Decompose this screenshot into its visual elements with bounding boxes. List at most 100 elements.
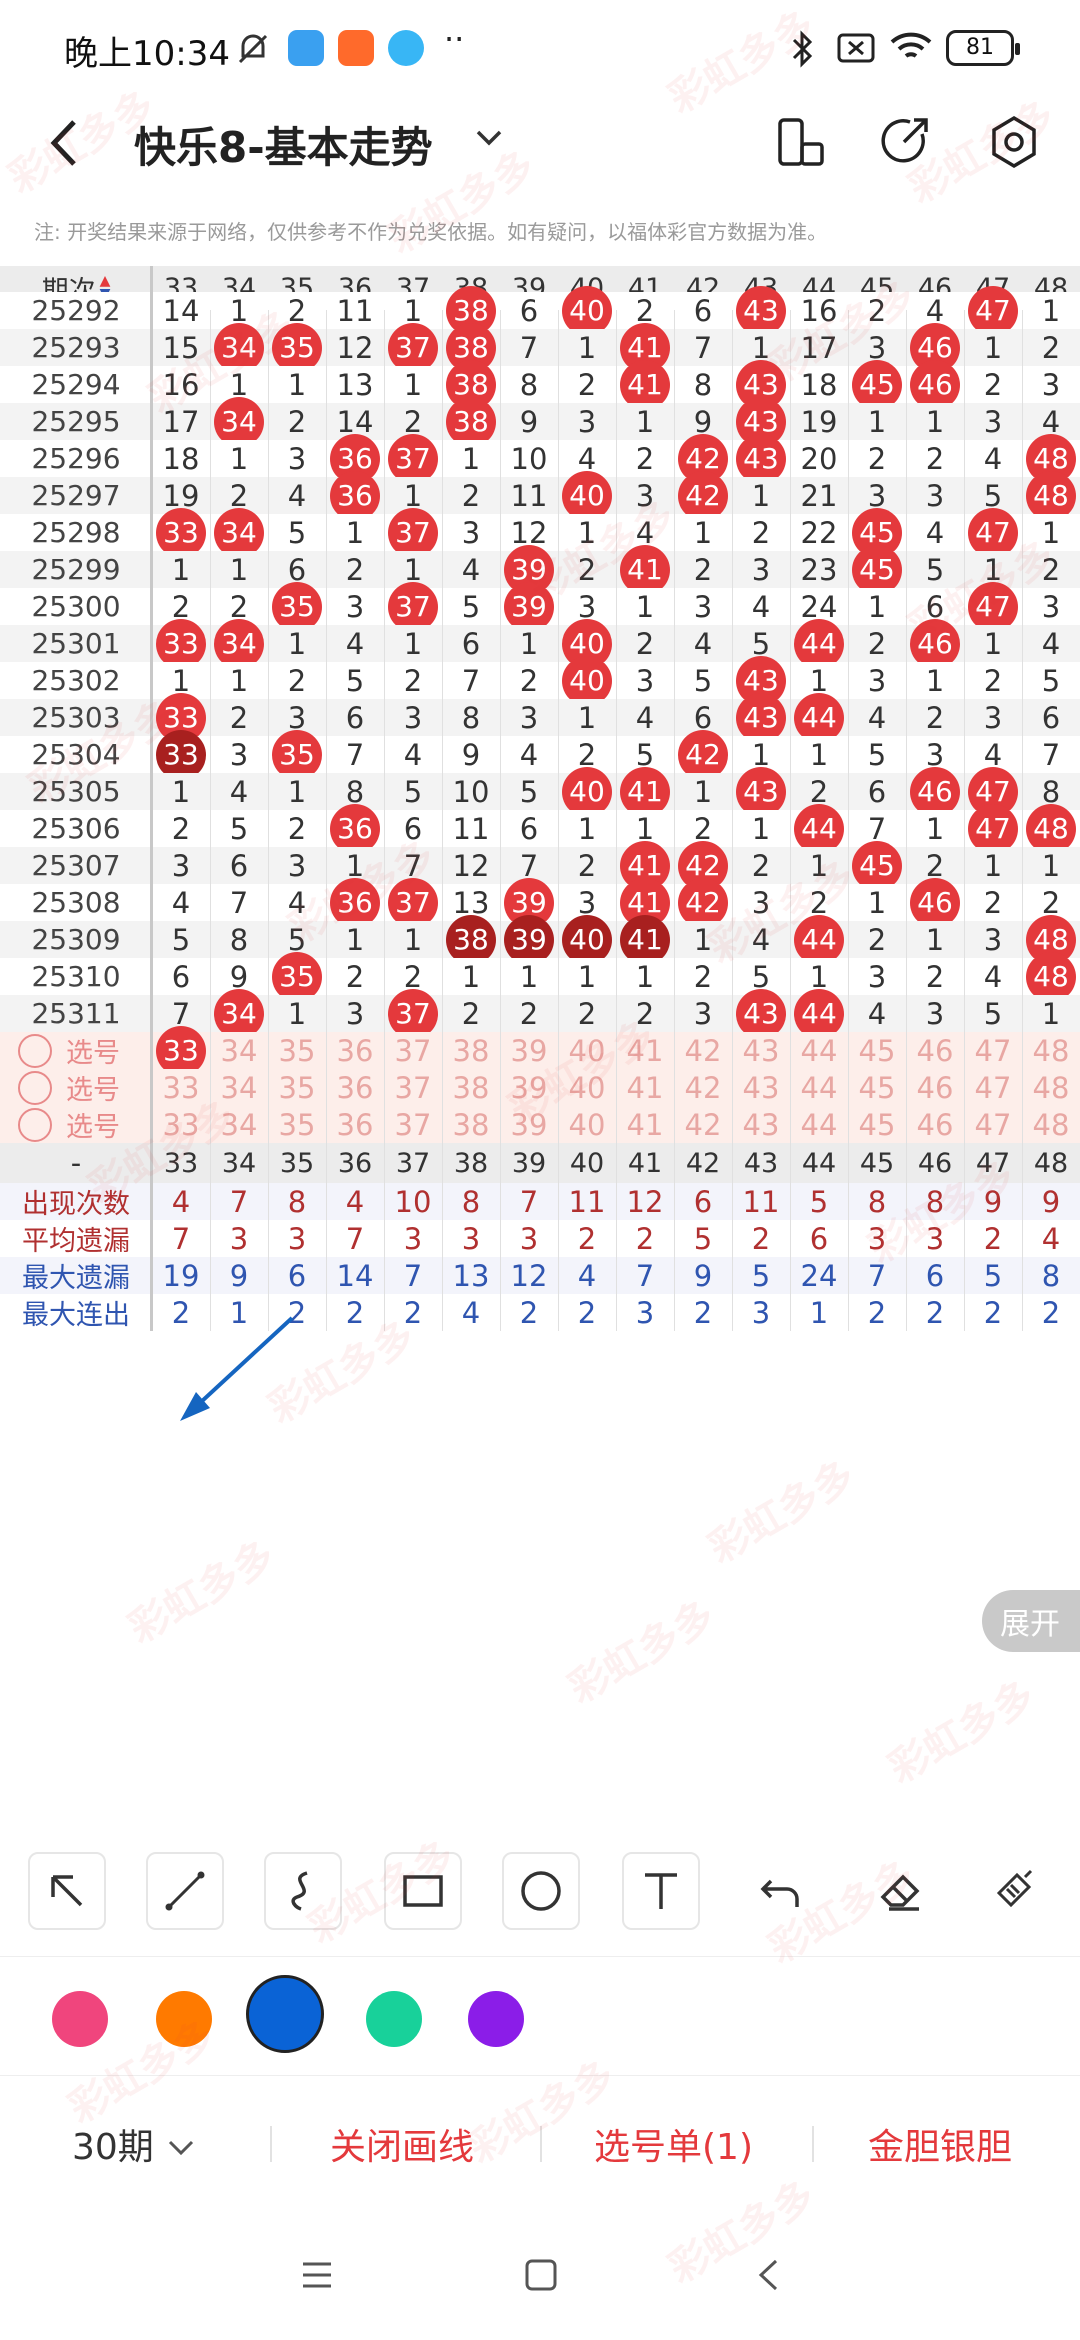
- select-number[interactable]: 43: [732, 1106, 790, 1143]
- back-icon[interactable]: [756, 2258, 780, 2292]
- select-number[interactable]: 47: [964, 1032, 1022, 1069]
- period-select[interactable]: 30期: [72, 2118, 154, 2170]
- select-number[interactable]: 39: [500, 1069, 558, 1106]
- chevron-down-icon[interactable]: [474, 128, 504, 148]
- select-number[interactable]: 38: [442, 1032, 500, 1069]
- winning-ball: 37: [388, 988, 438, 1039]
- color-swatch-blue[interactable]: [246, 1975, 324, 2053]
- select-row-label[interactable]: 选号: [0, 1106, 152, 1143]
- radio-circle-icon[interactable]: [18, 1107, 52, 1142]
- grid-cell: 3: [403, 700, 423, 735]
- undo-button[interactable]: [742, 1852, 820, 1930]
- select-row-label[interactable]: 选号: [0, 1069, 152, 1106]
- select-number[interactable]: 39: [500, 1106, 558, 1143]
- radio-circle-icon[interactable]: [18, 1070, 52, 1105]
- select-number[interactable]: 35: [268, 1106, 326, 1143]
- select-number[interactable]: 44: [790, 1069, 848, 1106]
- share-icon[interactable]: [878, 114, 934, 170]
- grid-cell: 3: [635, 663, 655, 698]
- select-number[interactable]: 35: [268, 1032, 326, 1069]
- menu-icon[interactable]: [300, 2260, 334, 2290]
- select-number[interactable]: 46: [906, 1106, 964, 1143]
- select-number[interactable]: 42: [674, 1069, 732, 1106]
- color-swatch-orange[interactable]: [156, 1991, 212, 2047]
- rectangle-tool-button[interactable]: [384, 1852, 462, 1930]
- gold-silver-button[interactable]: 金胆银胆: [868, 2118, 1012, 2170]
- grid-cell: 18: [162, 441, 200, 476]
- select-number[interactable]: 45: [848, 1032, 906, 1069]
- select-number[interactable]: 41: [616, 1106, 674, 1143]
- select-number[interactable]: 37: [384, 1032, 442, 1069]
- color-swatch-green[interactable]: [366, 1991, 422, 2047]
- select-number[interactable]: 33: [152, 1025, 210, 1076]
- clear-button[interactable]: [976, 1852, 1054, 1930]
- select-number[interactable]: 45: [848, 1106, 906, 1143]
- select-number[interactable]: 37: [384, 1106, 442, 1143]
- select-number[interactable]: 40: [558, 1032, 616, 1069]
- winning-ball: 42: [678, 470, 728, 521]
- select-number[interactable]: 44: [790, 1106, 848, 1143]
- select-number[interactable]: 38: [442, 1069, 500, 1106]
- grid-cell: 2: [925, 441, 945, 476]
- select-number[interactable]: 44: [790, 1032, 848, 1069]
- select-number[interactable]: 38: [442, 1106, 500, 1143]
- grid-cell: 4: [983, 441, 1003, 476]
- select-number[interactable]: 33: [152, 1106, 210, 1143]
- close-draw-button[interactable]: 关闭画线: [330, 2118, 474, 2170]
- circle-tool-button[interactable]: [502, 1852, 580, 1930]
- select-number[interactable]: 45: [848, 1069, 906, 1106]
- select-number[interactable]: 47: [964, 1069, 1022, 1106]
- winning-ball: 45: [852, 359, 902, 410]
- select-number[interactable]: 35: [268, 1069, 326, 1106]
- select-number[interactable]: 43: [732, 1069, 790, 1106]
- select-number[interactable]: 41: [616, 1032, 674, 1069]
- pick-list-button[interactable]: 选号单(1): [594, 2118, 753, 2170]
- stats-value: 4: [1041, 1221, 1061, 1256]
- select-number[interactable]: 34: [210, 1069, 268, 1106]
- select-number[interactable]: 46: [906, 1069, 964, 1106]
- select-number[interactable]: 37: [384, 1069, 442, 1106]
- select-number[interactable]: 48: [1022, 1032, 1080, 1069]
- select-row-label[interactable]: 选号: [0, 1032, 152, 1069]
- line-tool-button[interactable]: [146, 1852, 224, 1930]
- select-number[interactable]: 39: [500, 1032, 558, 1069]
- settings-icon[interactable]: [986, 114, 1042, 170]
- back-arrow-icon[interactable]: [44, 118, 84, 168]
- select-number[interactable]: 34: [210, 1106, 268, 1143]
- arrow-tool-button[interactable]: [28, 1852, 106, 1930]
- curve-tool-button[interactable]: [264, 1852, 342, 1930]
- selected-ball[interactable]: 33: [156, 1025, 206, 1076]
- grid-cell: 2: [287, 663, 307, 698]
- select-number[interactable]: 34: [210, 1032, 268, 1069]
- select-number[interactable]: 42: [674, 1106, 732, 1143]
- eraser-button[interactable]: [862, 1852, 940, 1930]
- expand-button[interactable]: 展开: [982, 1590, 1080, 1652]
- grid-cell: 3: [635, 478, 655, 513]
- grid-cell: 1: [809, 737, 829, 772]
- grid-cell: 44: [790, 692, 848, 743]
- select-number[interactable]: 36: [326, 1069, 384, 1106]
- select-number[interactable]: 40: [558, 1069, 616, 1106]
- color-swatch-pink[interactable]: [52, 1991, 108, 2047]
- select-number[interactable]: 33: [152, 1069, 210, 1106]
- select-number[interactable]: 48: [1022, 1106, 1080, 1143]
- stats-value: 7: [345, 1221, 365, 1256]
- select-number[interactable]: 46: [906, 1032, 964, 1069]
- grid-cell: 2: [983, 885, 1003, 920]
- orientation-icon[interactable]: [772, 114, 828, 170]
- chevron-down-icon[interactable]: [166, 2138, 196, 2158]
- grid-cell: 2: [867, 441, 887, 476]
- radio-circle-icon[interactable]: [18, 1033, 52, 1068]
- select-number[interactable]: 36: [326, 1032, 384, 1069]
- select-number[interactable]: 41: [616, 1069, 674, 1106]
- select-number[interactable]: 36: [326, 1106, 384, 1143]
- select-number[interactable]: 47: [964, 1106, 1022, 1143]
- home-icon[interactable]: [524, 2258, 558, 2292]
- select-number[interactable]: 42: [674, 1032, 732, 1069]
- select-number[interactable]: 48: [1022, 1069, 1080, 1106]
- color-swatch-purple[interactable]: [468, 1991, 524, 2047]
- select-number[interactable]: 40: [558, 1106, 616, 1143]
- winning-ball: 34: [214, 618, 264, 669]
- select-number[interactable]: 43: [732, 1032, 790, 1069]
- text-tool-button[interactable]: [622, 1852, 700, 1930]
